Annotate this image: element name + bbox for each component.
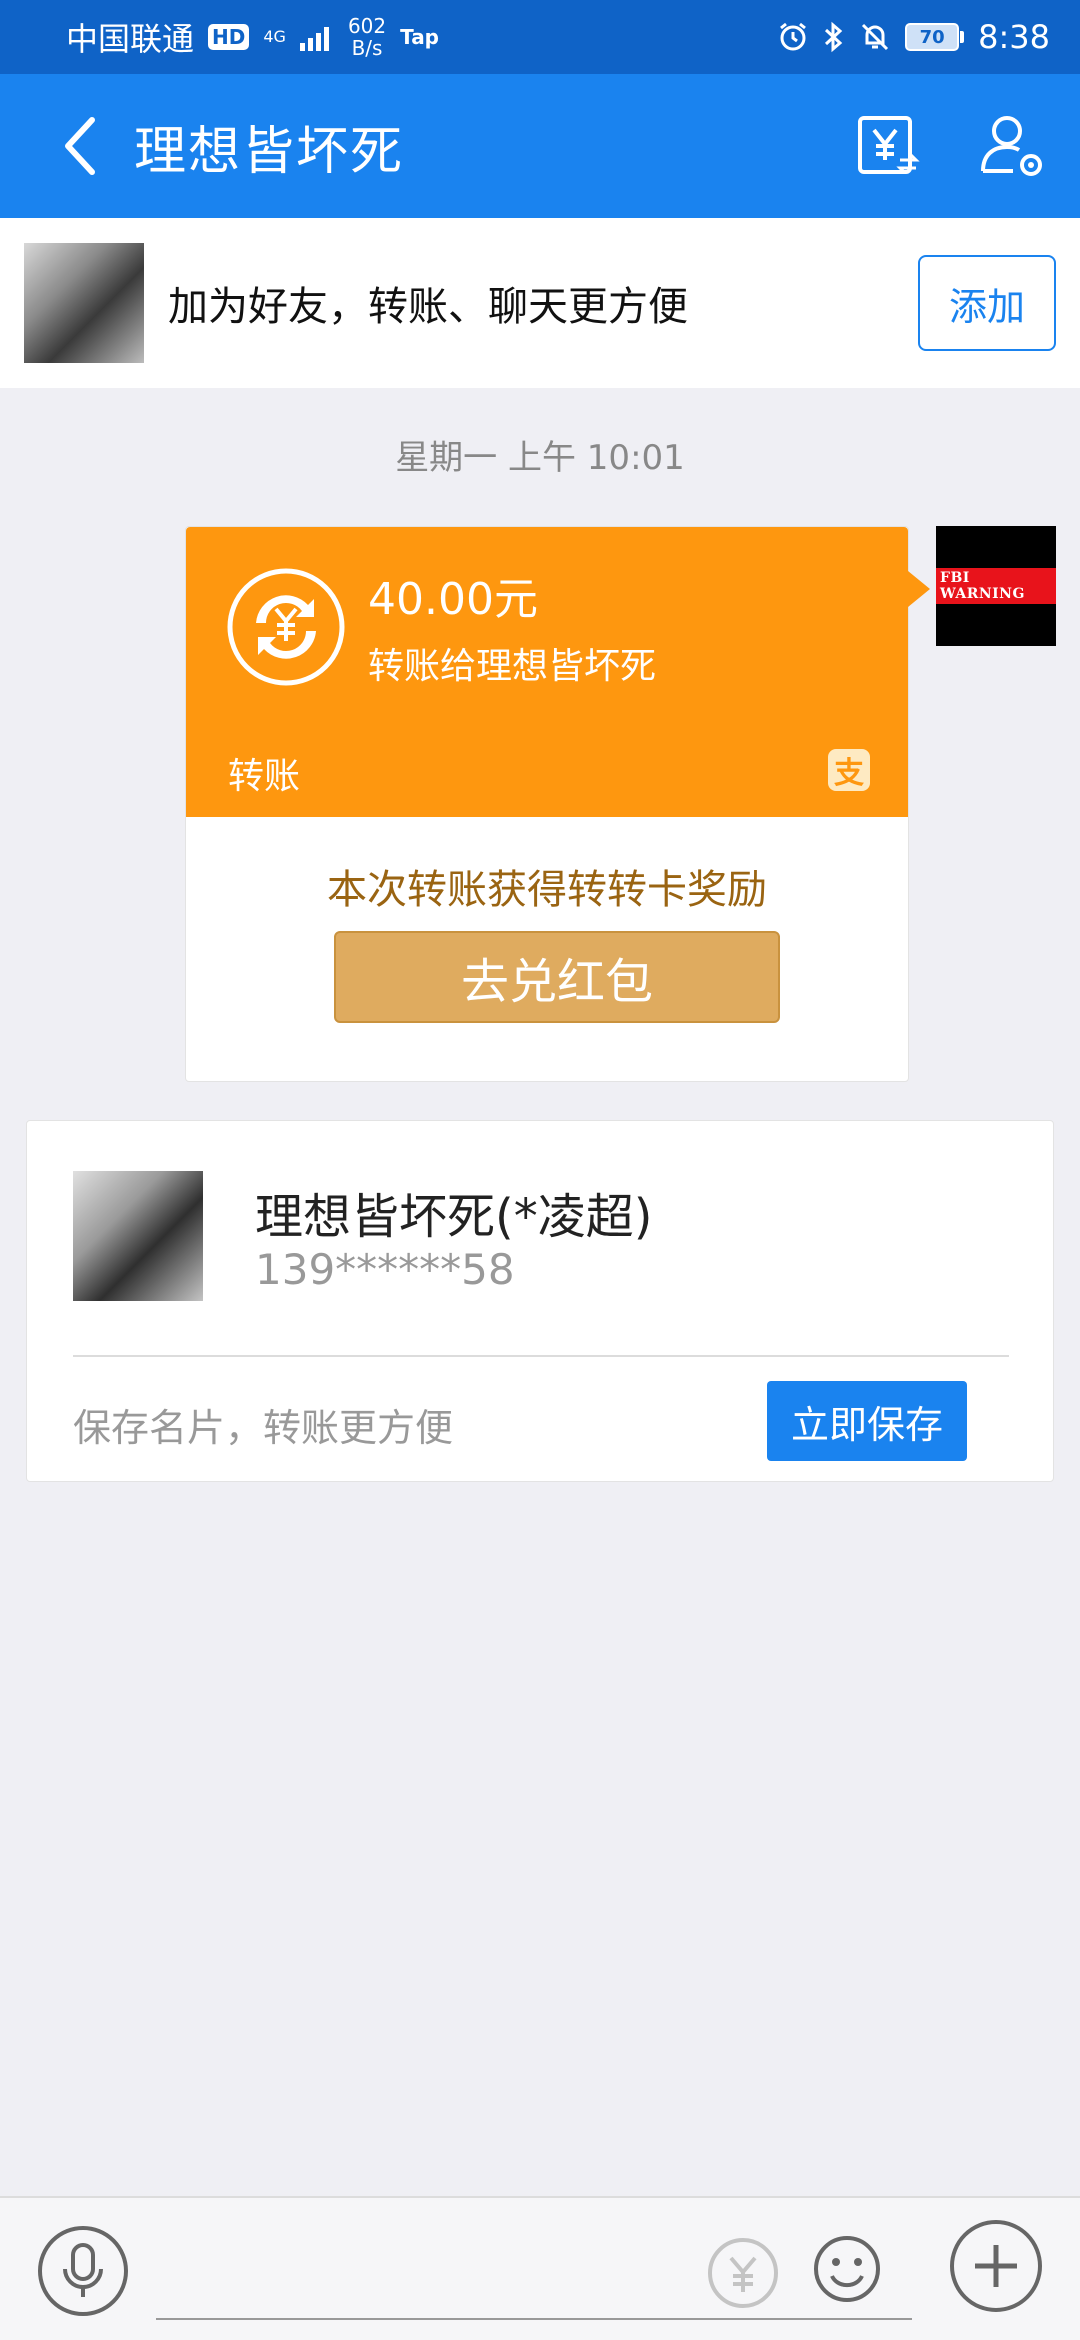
- transfer-button[interactable]: [850, 108, 926, 184]
- clock: 8:38: [978, 18, 1050, 56]
- battery-level: 70: [905, 23, 960, 51]
- sender-avatar-text: FBI WARNING: [936, 568, 1056, 604]
- voice-button[interactable]: [38, 2226, 128, 2316]
- add-friend-button[interactable]: 添加: [918, 255, 1056, 351]
- tap-label: Tap: [400, 25, 440, 49]
- plus-icon: [975, 2245, 1017, 2287]
- alarm-icon: [780, 22, 807, 51]
- transfer-message-card[interactable]: 40.00元 转账给理想皆坏死 转账 支 本次转账获得转转卡奖励 去兑红包: [185, 526, 930, 1082]
- sender-avatar[interactable]: FBI WARNING: [936, 526, 1056, 646]
- contact-phone: 139******58: [255, 1245, 515, 1294]
- divider: [73, 1355, 1009, 1357]
- back-icon: [65, 117, 95, 175]
- more-options-button[interactable]: [950, 2220, 1042, 2312]
- contact-avatar: [73, 1171, 203, 1301]
- header-actions: [850, 108, 1050, 184]
- quick-transfer-icon[interactable]: [706, 2236, 780, 2310]
- transfer-type-label: 转账: [228, 756, 301, 797]
- status-bar: 中国联通 HD 4G 602 B/s Tap 70 8:38: [0, 0, 1080, 74]
- contact-avatar-small[interactable]: [24, 243, 144, 363]
- save-contact-button[interactable]: 立即保存: [767, 1381, 967, 1461]
- add-friend-bar: 加为好友，转账、聊天更方便 添加: [0, 218, 1080, 388]
- bubble-arrow: [908, 571, 930, 607]
- emoji-icon[interactable]: [812, 2234, 882, 2304]
- chat-title: 理想皆坏死: [134, 121, 405, 182]
- reward-text: 本次转账获得转转卡奖励: [327, 867, 767, 913]
- speed-value: 602: [347, 14, 387, 38]
- hd-badge: HD: [208, 24, 250, 50]
- transfer-amount: 40.00元: [368, 574, 538, 625]
- battery-tip: [960, 31, 965, 43]
- text-input[interactable]: [156, 2318, 912, 2320]
- status-left: 中国联通 HD 4G 602 B/s Tap: [66, 14, 439, 60]
- contact-card[interactable]: 理想皆坏死(*凌超) 139******58 保存名片，转账更方便 立即保存: [26, 1120, 1054, 1482]
- speed-unit: B/s: [351, 36, 383, 60]
- network-speed: 602 B/s: [348, 15, 386, 59]
- transfer-description: 转账给理想皆坏死: [368, 646, 657, 687]
- chat-settings-button[interactable]: [974, 108, 1050, 184]
- transfer-yen-circle-icon: [227, 568, 345, 686]
- carrier-name: 中国联通: [66, 20, 195, 58]
- alipay-icon: 支: [828, 749, 870, 791]
- mute-bell-icon: [862, 23, 889, 51]
- status-right: 70 8:38: [777, 18, 1050, 56]
- network-type: 4G: [263, 27, 286, 46]
- microphone-icon: [63, 2243, 103, 2297]
- add-friend-text: 加为好友，转账、聊天更方便: [168, 284, 688, 330]
- user-settings-icon: [981, 116, 1042, 176]
- save-card-hint: 保存名片，转账更方便: [73, 1406, 454, 1450]
- message-input-bar: [0, 2196, 1080, 2340]
- chat-header: 理想皆坏死: [0, 74, 1080, 218]
- message-timestamp: 星期一 上午 10:01: [395, 438, 685, 478]
- signal-icon: [299, 27, 329, 51]
- contact-name: 理想皆坏死(*凌超): [255, 1189, 653, 1245]
- battery-indicator: 70: [905, 23, 965, 51]
- transfer-yen-icon: [858, 116, 920, 175]
- transfer-header: 40.00元 转账给理想皆坏死 转账 支: [186, 527, 930, 817]
- back-button[interactable]: [40, 106, 120, 186]
- redeem-red-packet-button[interactable]: 去兑红包: [334, 931, 780, 1023]
- bluetooth-icon: [825, 21, 843, 53]
